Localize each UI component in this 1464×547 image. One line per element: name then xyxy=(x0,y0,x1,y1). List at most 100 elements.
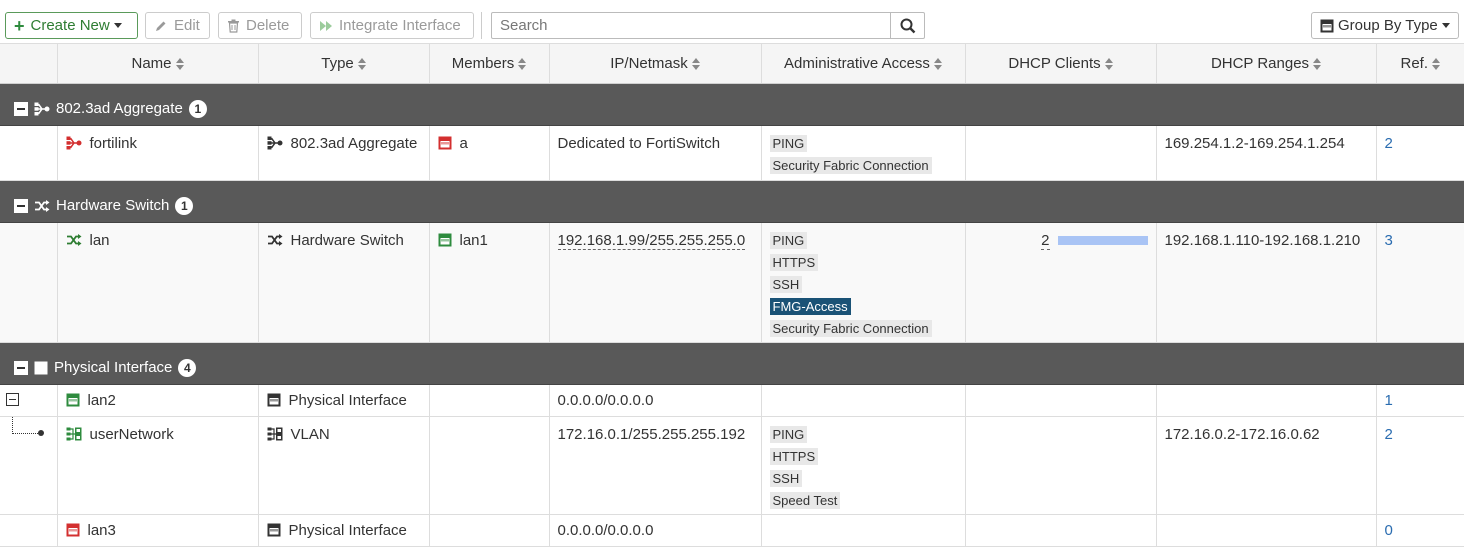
ip-netmask-cell: 0.0.0.0/0.0.0.0 xyxy=(549,384,762,417)
port-icon xyxy=(34,361,48,375)
ref-link[interactable]: 2 xyxy=(1385,426,1393,443)
column-header-dhcp-clients[interactable]: DHCP Clients xyxy=(965,44,1157,84)
ip-netmask-cell[interactable]: 192.168.1.99/255.255.255.0 xyxy=(549,222,762,343)
ref-link[interactable]: 3 xyxy=(1385,232,1393,249)
name-cell[interactable]: fortilink xyxy=(57,125,259,181)
table-row[interactable]: lan2 Physical Interface 0.0.0.0/0.0.0.0 … xyxy=(0,384,1464,417)
switch-icon xyxy=(267,233,283,247)
plus-icon: + xyxy=(14,15,25,36)
caret-down-icon xyxy=(113,23,122,28)
row-spacer xyxy=(0,125,58,181)
type-cell: Hardware Switch xyxy=(258,222,430,343)
create-new-button[interactable]: + Create New xyxy=(5,12,138,39)
ref-link[interactable]: 2 xyxy=(1385,135,1393,152)
sort-icon xyxy=(691,57,700,70)
group-count-badge: 1 xyxy=(188,99,207,118)
ref-cell[interactable]: 3 xyxy=(1376,222,1464,343)
access-tag: SSH xyxy=(769,469,803,487)
dhcp-clients-cell xyxy=(965,384,1157,417)
delete-button[interactable]: Delete xyxy=(218,12,302,39)
dhcp-clients-cell xyxy=(965,125,1157,181)
tree-cell xyxy=(0,384,58,417)
name-cell[interactable]: lan3 xyxy=(57,514,259,547)
dhcp-client-count[interactable]: 2 xyxy=(1041,232,1050,250)
switch-icon xyxy=(34,199,50,213)
admin-access-cell xyxy=(761,514,966,547)
dhcp-ranges-cell xyxy=(1156,514,1377,547)
name-cell[interactable]: userNetwork xyxy=(57,416,259,515)
members-cell xyxy=(429,416,550,515)
ref-cell[interactable]: 2 xyxy=(1376,125,1464,181)
ref-cell[interactable]: 0 xyxy=(1376,514,1464,547)
table-row[interactable]: userNetwork VLAN 172.16.0.1/255.255.255.… xyxy=(0,416,1464,515)
access-tag: PING xyxy=(769,134,808,152)
dhcp-ranges-cell: 169.254.1.2-169.254.1.254 xyxy=(1156,125,1377,181)
table-row[interactable]: lan3 Physical Interface 0.0.0.0/0.0.0.0 … xyxy=(0,514,1464,547)
dhcp-ranges-cell: 192.168.1.110-192.168.1.210 xyxy=(1156,222,1377,343)
name-cell[interactable]: lan xyxy=(57,222,259,343)
sort-icon xyxy=(518,57,527,70)
group-header-physical-interface[interactable]: Physical Interface 4 xyxy=(0,342,1464,385)
collapse-icon[interactable] xyxy=(14,101,28,116)
search-box xyxy=(491,12,925,39)
column-header-type[interactable]: Type xyxy=(258,44,430,84)
members-cell xyxy=(429,514,550,547)
collapse-icon[interactable] xyxy=(14,360,28,375)
dhcp-clients-cell[interactable]: 2 xyxy=(965,222,1157,343)
edit-button[interactable]: Edit xyxy=(145,12,210,39)
vlan-icon xyxy=(267,427,283,441)
switch-icon xyxy=(66,233,82,247)
interfaces-table: Name Type Members IP/Netmask Administrat… xyxy=(0,44,1464,547)
search-button[interactable] xyxy=(890,13,924,38)
table-row[interactable]: lan Hardware Switch lan1 192.168.1.99/25… xyxy=(0,222,1464,343)
search-input[interactable] xyxy=(492,13,890,38)
integrate-interface-button[interactable]: Integrate Interface xyxy=(310,12,474,39)
column-header-ip-netmask[interactable]: IP/Netmask xyxy=(549,44,762,84)
group-by-type-dropdown[interactable]: Group By Type xyxy=(1311,12,1459,39)
admin-access-cell: PING Security Fabric Connection xyxy=(761,125,966,181)
column-header-ref[interactable]: Ref. xyxy=(1376,44,1464,84)
header-spacer xyxy=(0,44,58,84)
column-header-members[interactable]: Members xyxy=(429,44,550,84)
tree-collapse-icon[interactable] xyxy=(6,392,19,406)
name-cell[interactable]: lan2 xyxy=(57,384,259,417)
column-header-administrative-access[interactable]: Administrative Access xyxy=(761,44,966,84)
type-cell: VLAN xyxy=(258,416,430,515)
toolbar: + Create New Edit Delete Integrate Inter… xyxy=(0,0,1464,44)
group-header-aggregate[interactable]: 802.3ad Aggregate 1 xyxy=(0,83,1464,126)
group-label: 802.3ad Aggregate xyxy=(56,100,183,117)
ip-netmask-cell: 172.16.0.1/255.255.255.192 xyxy=(549,416,762,515)
table-row[interactable]: fortilink 802.3ad Aggregate a Dedicated … xyxy=(0,125,1464,181)
type-cell: Physical Interface xyxy=(258,384,430,417)
access-tag: PING xyxy=(769,425,808,443)
tree-line xyxy=(12,416,13,434)
group-header-hardware-switch[interactable]: Hardware Switch 1 xyxy=(0,180,1464,223)
table-header: Name Type Members IP/Netmask Administrat… xyxy=(0,44,1464,84)
column-header-name[interactable]: Name xyxy=(57,44,259,84)
sort-icon xyxy=(1432,57,1440,70)
tree-line xyxy=(12,432,40,434)
caret-down-icon xyxy=(1442,23,1450,28)
dhcp-clients-cell xyxy=(965,514,1157,547)
port-icon xyxy=(66,523,80,537)
ref-link[interactable]: 0 xyxy=(1385,522,1393,539)
type-cell: Physical Interface xyxy=(258,514,430,547)
dhcp-ranges-cell: 172.16.0.2-172.16.0.62 xyxy=(1156,416,1377,515)
row-spacer xyxy=(0,222,58,343)
ref-cell[interactable]: 2 xyxy=(1376,416,1464,515)
sort-icon xyxy=(175,57,184,70)
port-icon xyxy=(438,233,452,247)
vlan-icon xyxy=(66,427,82,441)
collapse-icon[interactable] xyxy=(14,198,28,213)
column-header-dhcp-ranges[interactable]: DHCP Ranges xyxy=(1156,44,1377,84)
admin-access-cell xyxy=(761,384,966,417)
tree-node-dot xyxy=(38,429,44,436)
sort-icon xyxy=(357,57,366,70)
port-icon xyxy=(267,523,281,537)
aggregate-icon xyxy=(34,102,50,116)
ref-cell[interactable]: 1 xyxy=(1376,384,1464,417)
port-icon xyxy=(1320,19,1334,33)
ref-link[interactable]: 1 xyxy=(1385,392,1393,409)
type-cell: 802.3ad Aggregate xyxy=(258,125,430,181)
search-icon xyxy=(900,18,915,33)
